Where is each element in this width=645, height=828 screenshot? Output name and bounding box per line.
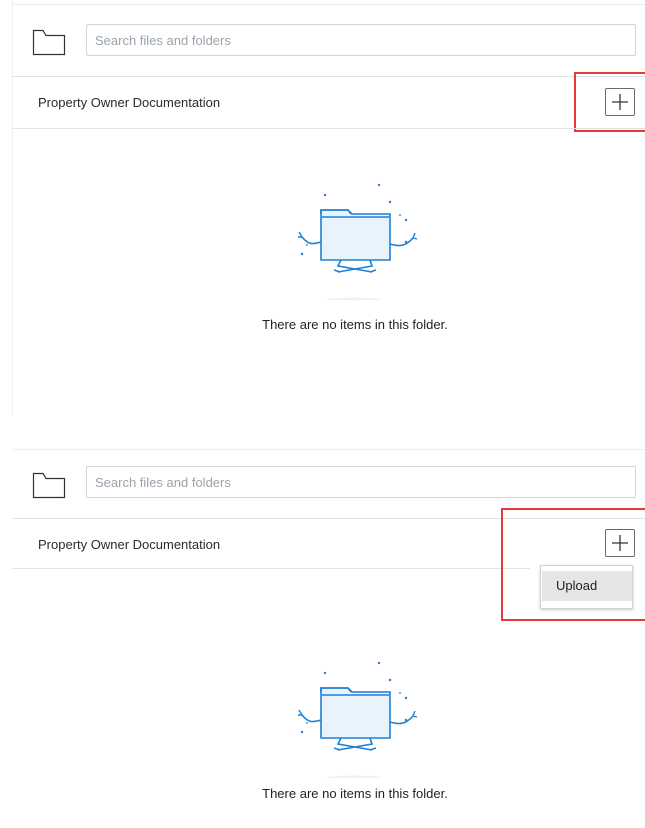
divider [12,76,645,77]
folder-title: Property Owner Documentation [38,95,221,110]
empty-folder-illustration [298,183,418,300]
highlight-box [574,72,645,132]
file-browser-panel-menu-open: Property Owner Documentation Upload Ther… [0,445,645,828]
divider [12,568,530,569]
folder-title: Property Owner Documentation [38,537,221,552]
folder-icon[interactable] [32,28,66,56]
empty-message: There are no items in this folder. [262,317,448,332]
search-input[interactable] [86,24,636,56]
panel-top-border [12,449,645,450]
panel-left-border [12,0,13,415]
search-input[interactable] [86,466,636,498]
divider [12,128,645,129]
file-browser-panel-default: Property Owner Documentation There are n… [0,0,645,415]
panel-top-border [12,4,645,5]
folder-icon[interactable] [32,471,66,499]
empty-folder-illustration [298,661,418,778]
empty-message: There are no items in this folder. [262,786,448,801]
highlight-box [501,508,645,621]
